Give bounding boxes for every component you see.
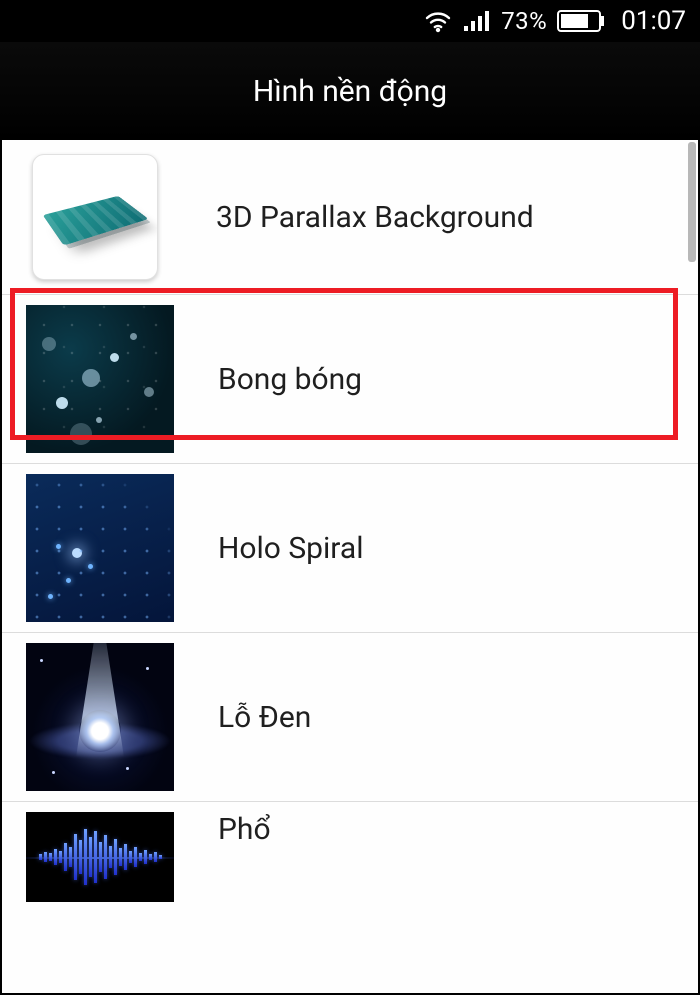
wallpaper-thumb-holo-spiral (26, 474, 174, 622)
wallpaper-thumb-spectrum (26, 812, 174, 902)
page-title: Hình nền động (253, 74, 447, 109)
wallpaper-label: Bong bóng (218, 362, 362, 397)
wallpaper-thumb-3d-parallax (32, 154, 158, 280)
wallpaper-item-3d-parallax[interactable]: 3D Parallax Background (2, 140, 698, 295)
battery-icon (557, 10, 605, 32)
title-bar: Hình nền động (0, 42, 700, 140)
cell-signal-icon (463, 10, 489, 32)
wallpaper-label: Lỗ Đen (218, 700, 311, 735)
wallpaper-thumb-bubbles (26, 305, 174, 453)
status-clock: 01:07 (621, 6, 686, 36)
status-bar: 73% 01:07 (0, 0, 700, 42)
wallpaper-label: Holo Spiral (218, 531, 364, 566)
wallpaper-label: 3D Parallax Background (216, 200, 534, 235)
battery-percent: 73% (501, 7, 547, 35)
wallpaper-item-holo-spiral[interactable]: Holo Spiral (2, 464, 698, 633)
wallpaper-item-bubbles[interactable]: Bong bóng (2, 295, 698, 464)
wallpaper-item-spectrum[interactable]: Phổ (2, 802, 698, 902)
wallpaper-thumb-black-hole (26, 643, 174, 791)
wallpaper-item-black-hole[interactable]: Lỗ Đen (2, 633, 698, 802)
wallpaper-list: 3D Parallax Background Bong bóng Holo Sp… (2, 140, 698, 993)
wifi-icon (423, 9, 453, 33)
scrollbar-thumb[interactable] (688, 142, 696, 262)
phone-frame: 73% 01:07 Hình nền động 3D Parallax Back… (0, 0, 700, 995)
wallpaper-label: Phổ (218, 812, 271, 847)
